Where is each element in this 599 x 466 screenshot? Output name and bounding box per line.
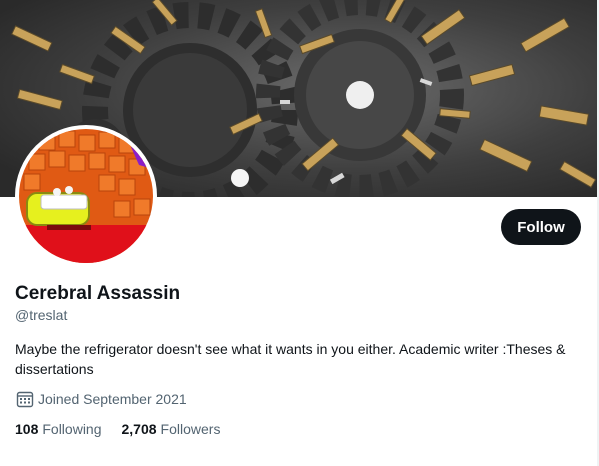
calendar-icon [16, 391, 34, 408]
followers-link[interactable]: 2,708 Followers [122, 421, 221, 437]
joined-text: Joined September 2021 [38, 391, 187, 407]
avatar-image [19, 129, 153, 263]
following-label: Following [42, 421, 102, 437]
joined-date: Joined September 2021 [15, 390, 187, 408]
follow-button[interactable]: Follow [501, 209, 581, 245]
avatar[interactable] [15, 125, 157, 267]
followers-label: Followers [160, 421, 221, 437]
following-count: 108 [15, 421, 39, 437]
profile-stats: 108 Following 2,708 Followers [15, 421, 220, 437]
display-name: Cerebral Assassin [15, 283, 181, 304]
user-handle: @treslat [15, 307, 68, 323]
followers-count: 2,708 [121, 421, 157, 437]
profile-bio: Maybe the refrigerator doesn't see what … [15, 341, 566, 377]
following-link[interactable]: 108 Following [15, 421, 102, 437]
